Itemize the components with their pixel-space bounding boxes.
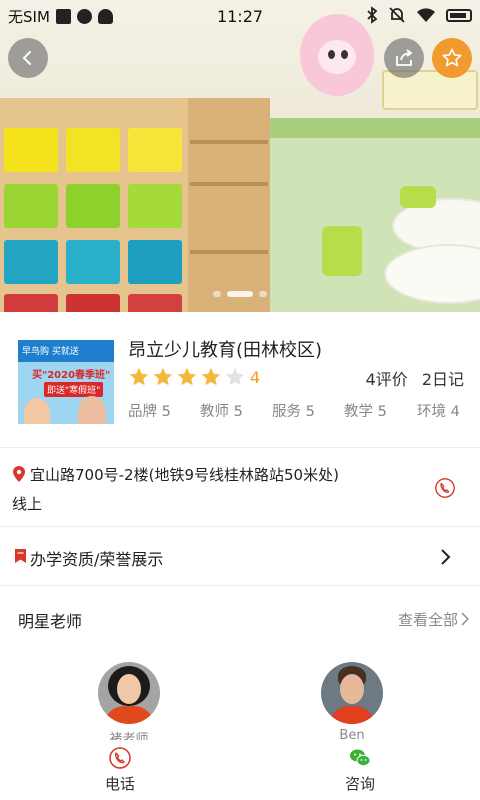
phone-icon	[109, 747, 131, 769]
logo-promo-text: 买"2020春季班"	[32, 370, 111, 381]
star-filled-icon	[177, 367, 197, 386]
teachers-title: 明星老师	[18, 612, 83, 631]
system-icons	[366, 6, 472, 24]
address-row[interactable]: 宜山路700号-2楼(地铁9号线桂林路站50米处) 线上	[0, 449, 480, 527]
shelf-unit	[188, 98, 270, 312]
school-info-card[interactable]: 早鸟购 买就送 买"2020春季班" 即送"寒假班" 昂立少儿教育(田林校区) …	[0, 312, 480, 448]
bluetooth-icon	[367, 6, 378, 24]
favorite-button[interactable]	[432, 38, 472, 78]
sub-scores: 品牌 5 教师 5 服务 5 教学 5 环境 4	[128, 400, 460, 421]
teacher-card[interactable]: Ben	[320, 662, 384, 743]
teachers-header: 明星老师 查看全部	[0, 596, 480, 640]
share-button[interactable]	[384, 38, 424, 78]
teacher-avatar	[321, 662, 383, 724]
consult-label: 咨询	[344, 775, 375, 793]
phone-button[interactable]: 电话	[60, 746, 180, 794]
logo-promo-text: 即送"寒假班"	[44, 382, 104, 397]
phone-icon[interactable]	[434, 477, 456, 499]
star-empty-icon	[225, 367, 245, 386]
honor-label: 办学资质/荣誉展示	[30, 550, 164, 569]
logo-promo-text: 早鸟购 买就送	[22, 347, 79, 357]
score-environment: 环境 4	[417, 404, 460, 420]
teacher-card[interactable]: 褚老师	[97, 662, 161, 747]
back-arrow-icon	[22, 51, 31, 65]
notification-icons	[55, 8, 113, 24]
battery-icon	[446, 8, 472, 22]
school-name: 昂立少儿教育(田林校区)	[128, 340, 323, 361]
wechat-icon	[350, 749, 371, 767]
star-rating: 4	[128, 366, 260, 388]
location-pin-icon	[13, 466, 25, 482]
star-filled-icon	[153, 367, 173, 386]
chevron-right-icon	[441, 549, 451, 565]
star-filled-icon	[201, 367, 221, 386]
score-teacher: 教师 5	[200, 404, 243, 420]
phone-label: 电话	[104, 775, 135, 793]
star-outline-icon	[442, 48, 462, 67]
wifi-icon	[417, 8, 435, 22]
consult-button[interactable]: 咨询	[300, 746, 420, 794]
chevron-right-icon[interactable]	[460, 611, 470, 627]
score-service: 服务 5	[272, 404, 315, 420]
honor-row[interactable]: 办学资质/荣誉展示	[0, 528, 480, 586]
diary-count[interactable]: 2日记	[422, 366, 464, 390]
carousel-dot[interactable]	[213, 291, 221, 297]
cloud-icon	[97, 8, 113, 24]
bottom-action-bar: 电话 咨询	[0, 740, 480, 800]
app-icon	[76, 8, 92, 24]
carousel-dot-active[interactable]	[227, 291, 253, 297]
review-counts: 4评价 2日记	[366, 366, 464, 390]
teacher-avatar	[98, 662, 160, 724]
star-filled-icon	[129, 367, 149, 386]
score-brand: 品牌 5	[128, 404, 171, 420]
share-icon	[396, 49, 413, 66]
carousel-indicator	[0, 291, 480, 297]
status-bar: 无SIM 11:27	[0, 0, 480, 32]
carrier-label: 无SIM	[8, 7, 50, 26]
back-button[interactable]	[8, 38, 48, 78]
bookmark-icon	[15, 549, 26, 563]
shelf-board	[190, 182, 268, 186]
review-count[interactable]: 4评价	[366, 366, 408, 390]
wall-stripe	[270, 118, 480, 138]
view-all-link[interactable]: 查看全部	[398, 609, 458, 630]
score-teaching: 教学 5	[344, 404, 387, 420]
address-text: 宜山路700号-2楼(地铁9号线桂林路站50米处)	[30, 466, 339, 484]
chair	[322, 226, 362, 276]
carousel-dot[interactable]	[259, 291, 267, 297]
school-detail-page: 无SIM 11:27 早鸟购 买就送 买"2020春季班" 即送"寒假班" 昂立…	[0, 0, 480, 800]
stars-container	[128, 366, 248, 388]
shelf-board	[190, 140, 268, 144]
toy-cabinet	[0, 98, 188, 312]
rating-number: 4	[250, 367, 261, 387]
address-note: 线上	[12, 495, 43, 513]
mute-icon	[389, 7, 405, 23]
school-logo-image: 早鸟购 买就送 买"2020春季班" 即送"寒假班"	[18, 340, 114, 424]
mail-icon	[55, 8, 71, 24]
chair	[400, 186, 436, 208]
shelf-board	[190, 250, 268, 254]
